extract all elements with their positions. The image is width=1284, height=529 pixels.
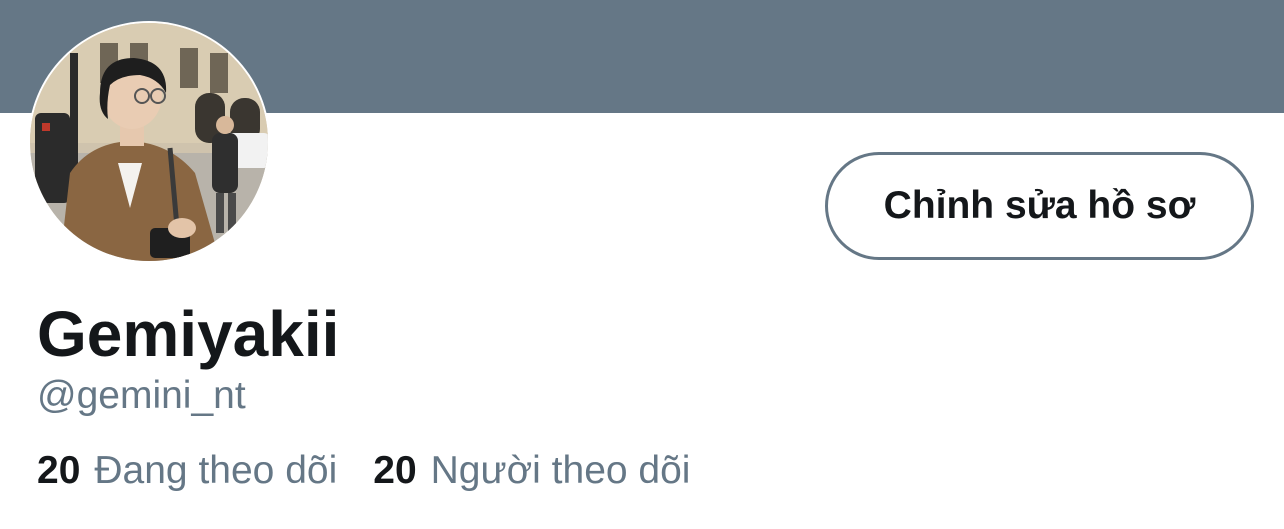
following-label: Đang theo dõi xyxy=(94,449,338,492)
followers-stat[interactable]: 20 Người theo dõi xyxy=(373,447,690,495)
followers-label: Người theo dõi xyxy=(430,449,691,492)
followers-count: 20 xyxy=(373,449,417,492)
follow-stats: 20 Đang theo dõi 20 Người theo dõi xyxy=(37,447,690,495)
display-name: Gemiyakii xyxy=(37,298,340,370)
avatar-photo xyxy=(30,23,268,261)
user-handle: @gemini_nt xyxy=(37,374,246,417)
following-count: 20 xyxy=(37,449,81,492)
following-stat[interactable]: 20 Đang theo dõi xyxy=(37,447,337,495)
profile-avatar[interactable] xyxy=(28,21,270,263)
edit-profile-button[interactable]: Chỉnh sửa hồ sơ xyxy=(825,152,1254,260)
